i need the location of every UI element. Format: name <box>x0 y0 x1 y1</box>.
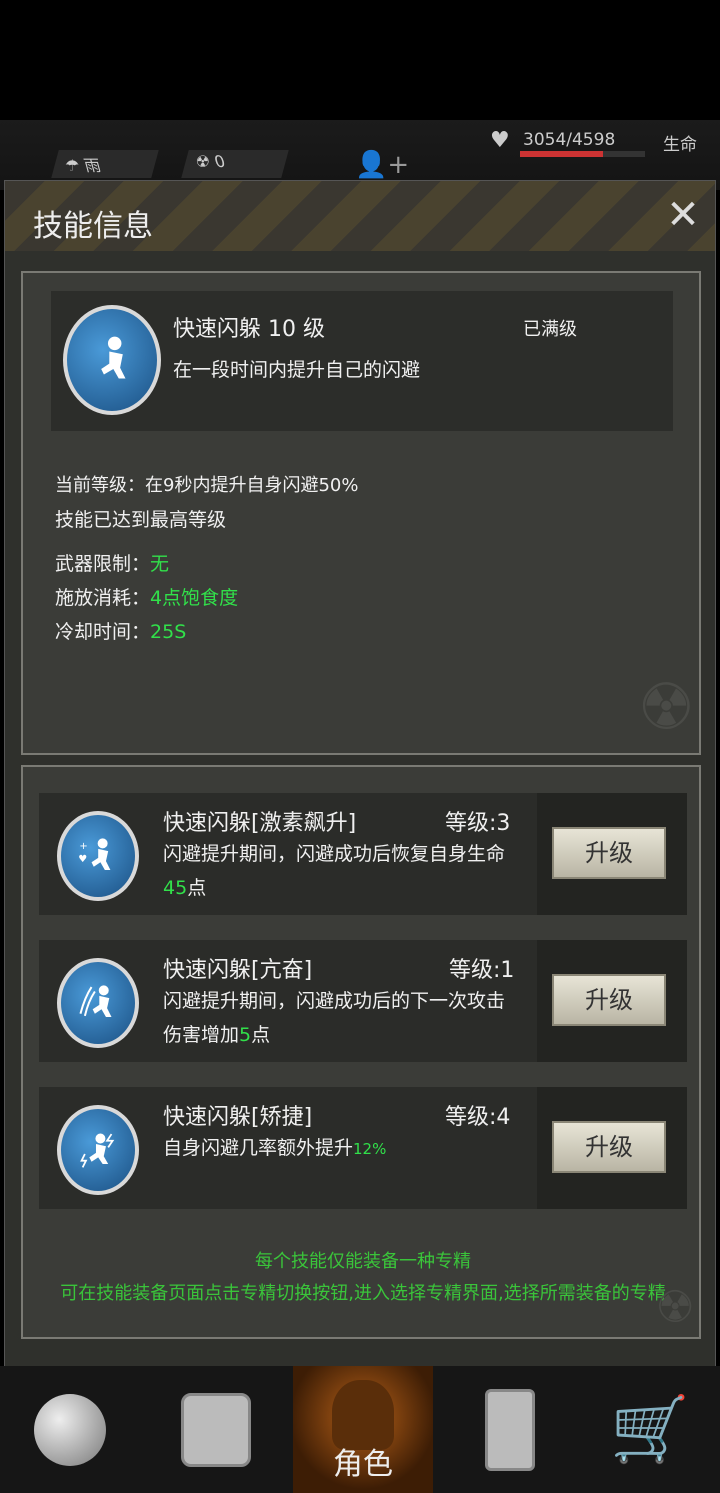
hp-label: 生命 <box>663 135 697 155</box>
radiation-value: 0 <box>212 152 228 171</box>
nav-world[interactable] <box>0 1366 140 1493</box>
spec-note-2: 可在技能装备页面点击专精切换按钮,进入选择专精界面,选择所需装备的专精 <box>60 1283 666 1304</box>
cooldown-value: 25S <box>150 621 187 643</box>
cost-label: 施放消耗： <box>55 587 151 609</box>
nav-character[interactable]: 角色 <box>293 1366 433 1493</box>
hp-area: ♥ 3054/4598 生命 <box>485 125 720 175</box>
add-friend-icon[interactable]: 👤+ <box>355 150 409 180</box>
radiation-watermark-icon: ☢ <box>637 671 695 745</box>
modal-title: 技能信息 <box>33 209 153 244</box>
bottom-nav: 角色 🛒 <box>0 1366 720 1493</box>
spec-value: 5 <box>239 1024 252 1046</box>
svg-text:♥: ♥ <box>78 855 87 866</box>
close-button[interactable]: ✕ <box>663 195 703 235</box>
spec-row: 快速闪躲[矫捷] 等级:4 自身闪避几率额外提升12% 升级 <box>39 1087 687 1209</box>
globe-icon <box>34 1393 106 1466</box>
radiation-chip: ☢ 0 <box>181 150 289 178</box>
max-level-text: 技能已达到最高等级 <box>55 509 227 531</box>
cooldown-label: 冷却时间： <box>55 621 151 643</box>
svg-text:+: + <box>79 841 87 852</box>
cost-value: 4点饱食度 <box>150 587 239 609</box>
spec-note-1: 每个技能仅能装备一种专精 <box>255 1251 471 1272</box>
heart-icon: ♥ <box>490 128 510 153</box>
upgrade-button[interactable]: 升级 <box>552 974 666 1026</box>
backpack-icon <box>181 1392 251 1467</box>
hp-bar <box>520 151 645 157</box>
spec-button-area: 升级 <box>537 940 687 1062</box>
spec-desc-text: 自身闪避几率额外提升 <box>163 1137 354 1159</box>
spec-button-area: 升级 <box>537 793 687 915</box>
radio-icon <box>485 1388 535 1471</box>
spec-desc: 闪避提升期间，闪避成功后的下一次攻击 <box>163 990 506 1012</box>
modal-header: 技能信息 ✕ <box>5 181 715 251</box>
spec-desc-2: 45点 <box>163 873 206 900</box>
spec-desc-prefix: 伤害增加 <box>163 1024 240 1046</box>
nav-character-label: 角色 <box>333 1447 393 1482</box>
weather-chip: ☂ 雨 <box>51 150 159 178</box>
nav-shop[interactable]: 🛒 <box>580 1366 720 1493</box>
spec-value: 45 <box>163 877 188 899</box>
weapon-value: 无 <box>150 553 170 575</box>
current-level-text: 当前等级：在9秒内提升自身闪避50% <box>55 475 359 496</box>
spec-level: 等级:1 <box>449 958 515 983</box>
hp-fill <box>520 151 603 157</box>
cost-row: 施放消耗：4点饱食度 <box>55 583 238 610</box>
skill-name-line: 快速闪躲 10 级 <box>173 311 325 343</box>
spec-desc: 自身闪避几率额外提升12% <box>163 1133 386 1160</box>
spec-value: 12% <box>353 1140 387 1158</box>
skill-description: 在一段时间内提升自己的闪避 <box>173 359 421 381</box>
spec-row: 快速闪躲[亢奋] 等级:1 闪避提升期间，闪避成功后的下一次攻击 伤害增加5点 … <box>39 940 687 1062</box>
dodge-skill-icon <box>63 305 161 415</box>
spec-unit: 点 <box>187 877 207 899</box>
radiation-watermark-icon: ☢ <box>655 1282 695 1333</box>
nav-radio[interactable] <box>440 1366 580 1493</box>
spec-name: 快速闪躲[激素飙升] <box>163 811 357 836</box>
agile-spec-icon <box>57 1105 139 1195</box>
hormone-spec-icon: + ♥ <box>57 811 139 901</box>
spec-level: 等级:3 <box>445 811 511 836</box>
spec-button-area: 升级 <box>537 1087 687 1209</box>
skill-info-modal: 技能信息 ✕ 快速闪躲 10 级 已满级 在一段时间内提升自己的闪避 当前等级：… <box>4 180 716 1367</box>
spec-level: 等级:4 <box>445 1105 511 1130</box>
spec-name: 快速闪躲[亢奋] <box>163 958 313 983</box>
spec-desc: 闪避提升期间，闪避成功后恢复自身生命 <box>163 843 506 865</box>
spec-desc-2: 伤害增加5点 <box>163 1020 270 1047</box>
spec-row: + ♥ 快速闪躲[激素飙升] 等级:3 闪避提升期间，闪避成功后恢复自身生命 45… <box>39 793 687 915</box>
skill-detail-panel: 快速闪躲 10 级 已满级 在一段时间内提升自己的闪避 当前等级：在9秒内提升自… <box>21 271 701 755</box>
spec-unit: 点 <box>251 1024 271 1046</box>
specialization-panel: + ♥ 快速闪躲[激素飙升] 等级:3 闪避提升期间，闪避成功后恢复自身生命 45… <box>21 765 701 1339</box>
cart-icon: 🛒 <box>610 1392 690 1467</box>
upgrade-button[interactable]: 升级 <box>552 1121 666 1173</box>
weather-text: 雨 <box>82 156 104 175</box>
upgrade-button[interactable]: 升级 <box>552 827 666 879</box>
excite-spec-icon <box>57 958 139 1048</box>
skill-level: 10 级 <box>268 317 326 342</box>
spec-name: 快速闪躲[矫捷] <box>163 1105 313 1130</box>
nav-backpack[interactable] <box>146 1366 286 1493</box>
hp-value: 3054/4598 <box>523 130 616 150</box>
skill-header: 快速闪躲 10 级 已满级 在一段时间内提升自己的闪避 <box>51 291 673 431</box>
weapon-label: 武器限制： <box>55 553 151 575</box>
cooldown-row: 冷却时间：25S <box>55 617 186 644</box>
skill-name: 快速闪躲 <box>173 317 262 342</box>
max-level-badge: 已满级 <box>523 319 577 340</box>
weapon-limit-row: 武器限制：无 <box>55 549 169 576</box>
